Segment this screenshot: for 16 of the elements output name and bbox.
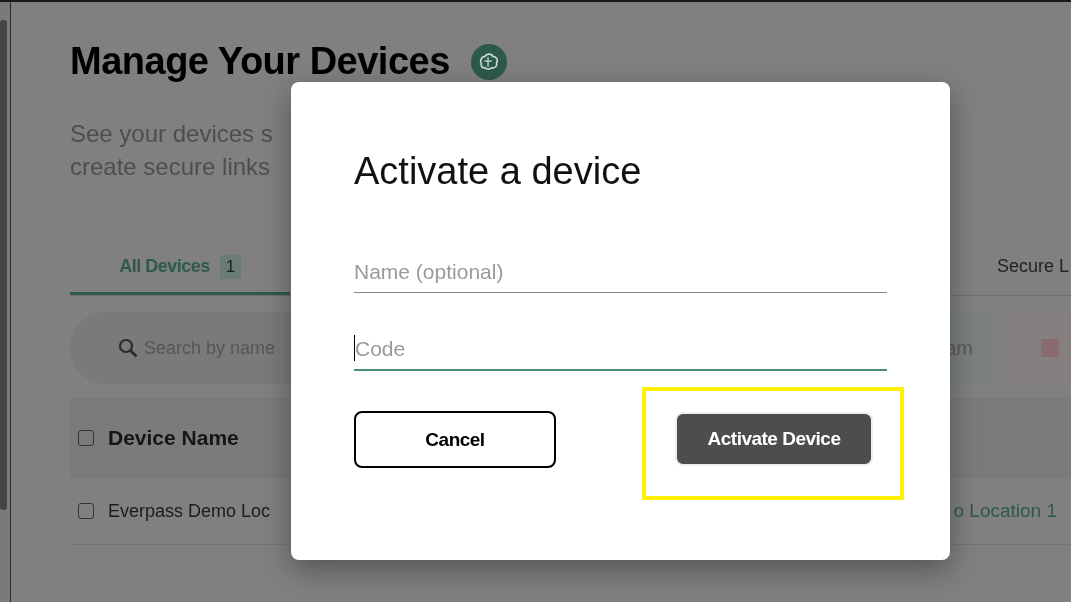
checkbox[interactable]: [78, 503, 94, 519]
column-header: Device Name: [108, 426, 239, 450]
page-title: Manage Your Devices: [70, 40, 450, 83]
dialog-button[interactable]: Cancel: [354, 411, 556, 468]
scrollbar-thumb[interactable]: [0, 20, 7, 510]
tab[interactable]: Secure L: [996, 241, 1069, 295]
table-cell: Everpass Demo Loc: [108, 500, 271, 522]
input-field[interactable]: Name (optional): [354, 245, 887, 293]
checkbox[interactable]: [78, 430, 94, 446]
tab[interactable]: All Devices 1: [70, 241, 290, 295]
location-link[interactable]: o Location 1: [953, 500, 1057, 522]
count-badge: 1: [219, 254, 241, 279]
dialog-title: Activate a device: [354, 150, 643, 193]
dialog-button[interactable]: Activate Device: [675, 412, 873, 466]
search-icon: [118, 338, 138, 358]
input-field[interactable]: Code: [354, 323, 887, 371]
